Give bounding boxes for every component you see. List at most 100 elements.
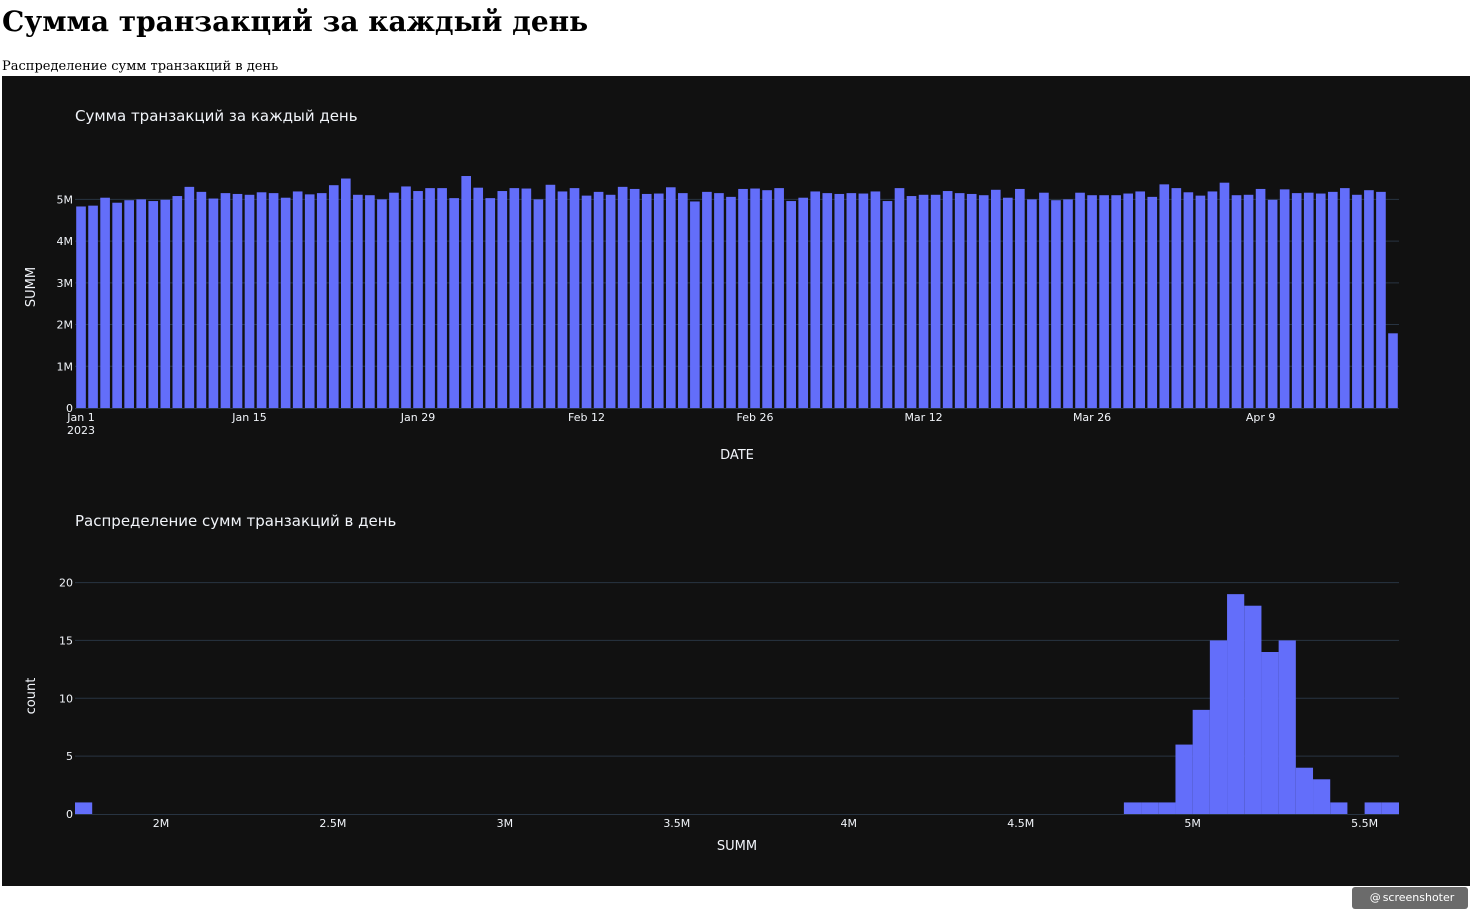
bar[interactable] <box>172 196 183 408</box>
bar[interactable] <box>485 198 496 408</box>
bar[interactable] <box>617 186 628 408</box>
bar[interactable] <box>461 176 471 408</box>
bar[interactable] <box>810 191 821 408</box>
bar[interactable] <box>1027 199 1037 408</box>
bar[interactable] <box>256 192 267 408</box>
histogram-bin[interactable] <box>1261 652 1279 814</box>
bar[interactable] <box>894 188 905 408</box>
bar[interactable] <box>100 197 110 408</box>
histogram-bin[interactable] <box>1158 802 1176 814</box>
bar[interactable] <box>762 190 772 408</box>
bar[interactable] <box>292 191 303 408</box>
bar[interactable] <box>136 199 147 408</box>
bar[interactable] <box>1327 191 1338 408</box>
bar[interactable] <box>738 188 748 408</box>
bar[interactable] <box>1340 188 1350 408</box>
histogram-bin[interactable] <box>1295 767 1314 814</box>
bar[interactable] <box>497 191 508 408</box>
bar[interactable] <box>822 193 833 408</box>
bar[interactable] <box>521 188 532 408</box>
bar[interactable] <box>220 193 231 408</box>
bar[interactable] <box>1039 192 1049 408</box>
bar[interactable] <box>353 194 363 408</box>
bar[interactable] <box>593 191 604 408</box>
bar[interactable] <box>401 186 411 408</box>
bar[interactable] <box>1279 189 1290 408</box>
bar[interactable] <box>365 195 375 408</box>
bar[interactable] <box>786 201 796 408</box>
bar[interactable] <box>449 198 459 408</box>
bar[interactable] <box>641 193 652 408</box>
bar[interactable] <box>76 206 86 408</box>
histogram-bin[interactable] <box>1278 640 1296 814</box>
bar[interactable] <box>1303 192 1314 408</box>
bar[interactable] <box>858 193 869 408</box>
bar[interactable] <box>112 202 122 408</box>
bar[interactable] <box>846 193 857 408</box>
bar[interactable] <box>569 188 580 408</box>
bar[interactable] <box>678 193 688 408</box>
bar[interactable] <box>473 187 484 408</box>
histogram-bin[interactable] <box>1381 802 1399 814</box>
bar[interactable] <box>605 194 616 408</box>
bar[interactable] <box>690 201 700 408</box>
bar[interactable] <box>124 200 134 408</box>
bar[interactable] <box>148 201 159 408</box>
histogram-bin[interactable] <box>1244 605 1262 814</box>
bar[interactable] <box>1267 199 1278 408</box>
bar[interactable] <box>1099 195 1109 408</box>
bar[interactable] <box>1111 195 1121 408</box>
bar[interactable] <box>653 193 664 408</box>
histogram-bin[interactable] <box>1141 802 1159 814</box>
histogram-bin[interactable] <box>1123 802 1142 814</box>
bar[interactable] <box>714 193 724 408</box>
bar[interactable] <box>1243 194 1254 408</box>
histogram-bin[interactable] <box>1227 594 1245 814</box>
bar[interactable] <box>1207 191 1218 408</box>
bar[interactable] <box>726 196 736 408</box>
sum-distribution-histogram[interactable]: Распределение сумм транзакций в день 0 5 1… <box>2 481 1470 886</box>
bar[interactable] <box>1159 184 1170 408</box>
bar[interactable] <box>244 194 255 408</box>
bar[interactable] <box>1087 195 1097 408</box>
bar[interactable] <box>232 193 243 408</box>
bar[interactable] <box>990 189 1001 408</box>
bar[interactable] <box>1291 193 1302 408</box>
bar[interactable] <box>328 185 339 408</box>
bar[interactable] <box>377 199 387 408</box>
daily-sum-bar-chart[interactable]: Сумма транзакций за каждый день 01M2M3M4… <box>2 76 1470 481</box>
bar[interactable] <box>1015 188 1025 408</box>
bar[interactable] <box>437 188 447 408</box>
bar[interactable] <box>196 191 207 408</box>
histogram-bin[interactable] <box>1313 779 1331 814</box>
bar[interactable] <box>1315 193 1326 408</box>
bar[interactable] <box>184 186 195 408</box>
bar[interactable] <box>629 188 640 408</box>
bar[interactable] <box>942 191 953 408</box>
bar[interactable] <box>1219 182 1230 408</box>
bar[interactable] <box>665 187 676 408</box>
bar[interactable] <box>750 188 760 408</box>
bar[interactable] <box>389 192 399 408</box>
bar[interactable] <box>1075 192 1085 408</box>
bar[interactable] <box>160 199 171 408</box>
bar[interactable] <box>1123 193 1133 408</box>
bar[interactable] <box>1135 191 1146 408</box>
bar[interactable] <box>1231 195 1242 408</box>
bar[interactable] <box>1364 190 1374 408</box>
bar[interactable] <box>834 193 845 408</box>
bar[interactable] <box>208 198 219 408</box>
bar[interactable] <box>533 199 544 408</box>
bar[interactable] <box>1255 188 1266 408</box>
histogram-bin[interactable] <box>1192 709 1210 814</box>
histogram-bin[interactable] <box>1364 802 1382 814</box>
bar[interactable] <box>702 191 712 408</box>
histogram-bin[interactable] <box>1209 640 1228 814</box>
bar[interactable] <box>954 193 965 408</box>
bar[interactable] <box>268 193 279 408</box>
bar[interactable] <box>1376 191 1386 408</box>
bar[interactable] <box>413 191 423 408</box>
bar[interactable] <box>581 195 592 408</box>
bar[interactable] <box>509 188 520 408</box>
bar[interactable] <box>1171 188 1182 408</box>
